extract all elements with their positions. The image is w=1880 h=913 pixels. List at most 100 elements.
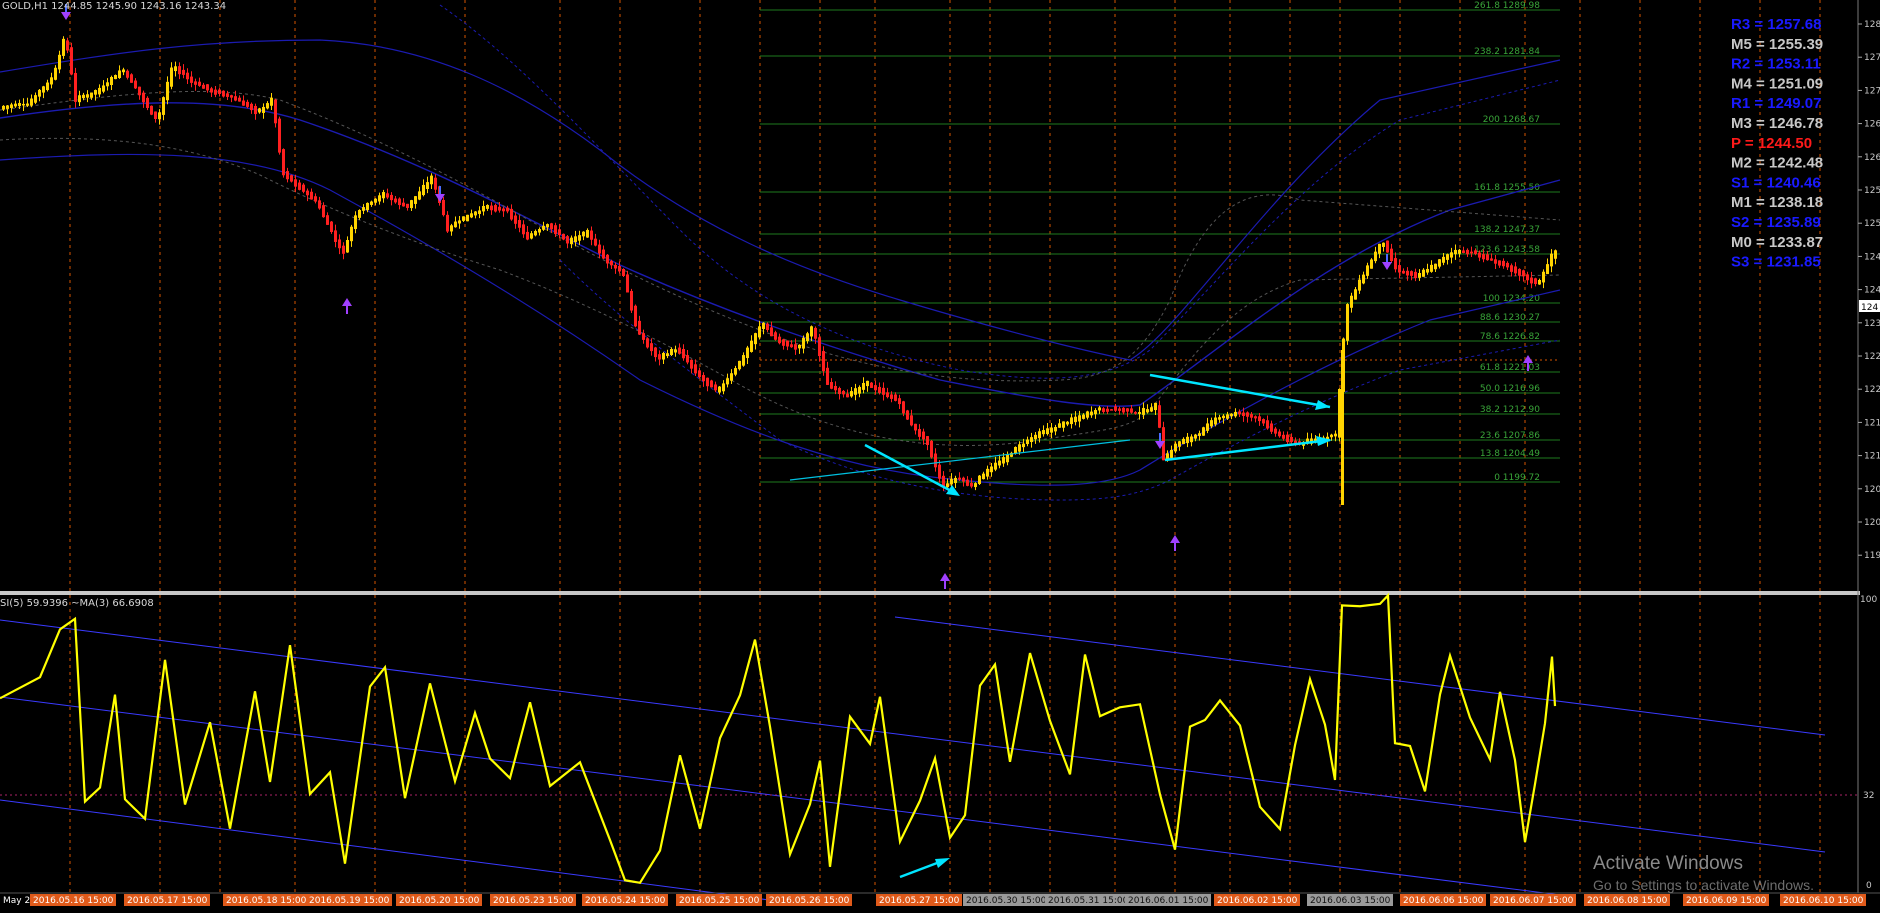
candle-body — [626, 274, 629, 293]
candle-body — [1430, 264, 1433, 272]
price-tick-label: 120 — [1864, 485, 1880, 495]
candle-body — [842, 390, 845, 395]
price-tick-label: 123 — [1864, 319, 1880, 329]
candle-body — [830, 382, 833, 389]
date-label: 2016.06.01 15:00 — [1128, 896, 1209, 906]
candle-body — [1378, 243, 1381, 254]
candle-body — [110, 76, 113, 86]
candle-body — [1522, 270, 1525, 277]
candle-body — [706, 377, 709, 387]
candle-body — [390, 194, 393, 201]
chart-canvas[interactable]: 261.8 1289.98238.2 1281.84200 1268.67161… — [0, 0, 1880, 909]
candle-body — [130, 74, 133, 83]
candle-body — [1202, 427, 1205, 436]
candle-body — [1086, 411, 1089, 418]
candle-body — [238, 97, 241, 102]
candle-body — [790, 344, 793, 348]
candle-body — [86, 94, 89, 98]
candle-body — [270, 97, 273, 106]
candle-body — [642, 333, 645, 340]
candle-body — [698, 370, 701, 378]
candle-body — [18, 103, 21, 107]
pivot-label: M0 = 1233.87 — [1731, 234, 1823, 251]
candle-body — [1270, 423, 1273, 432]
trading-chart[interactable]: 261.8 1289.98 238.2 1281.84 200 1268.67 161… — [0, 0, 1880, 909]
candle-body — [314, 196, 317, 202]
candle-body — [854, 388, 857, 395]
candle-body — [762, 322, 765, 330]
price-tick-label: 127 — [1864, 53, 1880, 63]
candle-body — [34, 95, 37, 103]
candle-body — [138, 86, 141, 96]
candle-body — [1350, 295, 1353, 308]
candle-body — [1550, 253, 1553, 267]
panel-separator[interactable] — [0, 591, 1860, 595]
candle-body — [962, 477, 965, 482]
candle-body — [910, 415, 913, 426]
candle-body — [114, 75, 117, 80]
candle-body — [602, 249, 605, 259]
candle-body — [1394, 258, 1397, 270]
candle-body — [766, 323, 769, 330]
candle-body — [1182, 438, 1185, 445]
candle-body — [338, 239, 341, 249]
candle-body — [330, 221, 333, 232]
fib-label: 200 1268.67 — [1483, 115, 1540, 125]
candle-body — [1538, 279, 1541, 285]
pivot-label: S2 = 1235.89 — [1731, 214, 1821, 231]
candle-body — [622, 269, 625, 276]
trend-annotations[interactable] — [789, 373, 1332, 879]
candle-body — [1106, 408, 1109, 412]
candle-body — [1030, 437, 1033, 443]
date-label: 2016.06.02 15:00 — [1217, 896, 1298, 906]
candle-body — [1022, 443, 1025, 448]
candle-body — [474, 211, 477, 216]
candle-body — [422, 184, 425, 196]
fractal-arrow-icon — [342, 298, 352, 314]
date-label: 2016.05.23 15:00 — [493, 896, 574, 906]
candle-body — [650, 343, 653, 352]
fib-label: 88.6 1230.27 — [1480, 313, 1540, 323]
candle-body — [518, 220, 521, 228]
price-tick-label: 125 — [1864, 219, 1880, 229]
fib-label: 138.2 1247.37 — [1474, 225, 1540, 235]
candle-body — [458, 220, 461, 224]
candle-body — [1198, 433, 1201, 436]
candle-body — [362, 207, 365, 211]
candle-body — [426, 182, 429, 189]
candle-body — [1210, 420, 1213, 427]
candle-body — [206, 84, 209, 91]
candle-body — [1346, 304, 1349, 341]
candle-body — [1410, 271, 1413, 276]
band-dashed-gray-lower — [0, 137, 1561, 446]
candle-body — [562, 233, 565, 240]
candle-body — [342, 245, 345, 254]
candle-body — [1502, 260, 1505, 267]
candle-body — [322, 205, 325, 218]
candle-body — [1498, 260, 1501, 266]
candle-body — [90, 92, 93, 98]
fib-label: 61.8 1221.03 — [1480, 363, 1540, 373]
pivot-label: R2 = 1253.11 — [1731, 56, 1821, 73]
candle-body — [1286, 434, 1289, 443]
candle-body — [190, 76, 193, 83]
candle-body — [66, 40, 69, 51]
candle-body — [614, 264, 617, 269]
candle-body — [638, 320, 641, 335]
price-tick-label: 124 — [1864, 252, 1880, 262]
band-outer-lower — [0, 153, 1561, 486]
price-tick-label: 121 — [1864, 418, 1880, 428]
candle-body — [62, 38, 65, 56]
price-axis: 128 127 127 126 126 125 125 124 124 123 122 122 121 1… — [1858, 20, 1880, 561]
candle-body — [150, 105, 153, 115]
fib-label: 261.8 1289.98 — [1474, 1, 1540, 11]
date-label: 2016.05.16 15:00 — [33, 896, 114, 906]
candle-body — [94, 90, 97, 95]
candle-body — [978, 475, 981, 485]
candle-body — [1118, 408, 1121, 411]
candle-body — [214, 89, 217, 95]
candle-body — [1266, 420, 1269, 429]
candle-body — [878, 386, 881, 393]
candle-body — [366, 202, 369, 211]
candle-body — [1134, 412, 1137, 414]
